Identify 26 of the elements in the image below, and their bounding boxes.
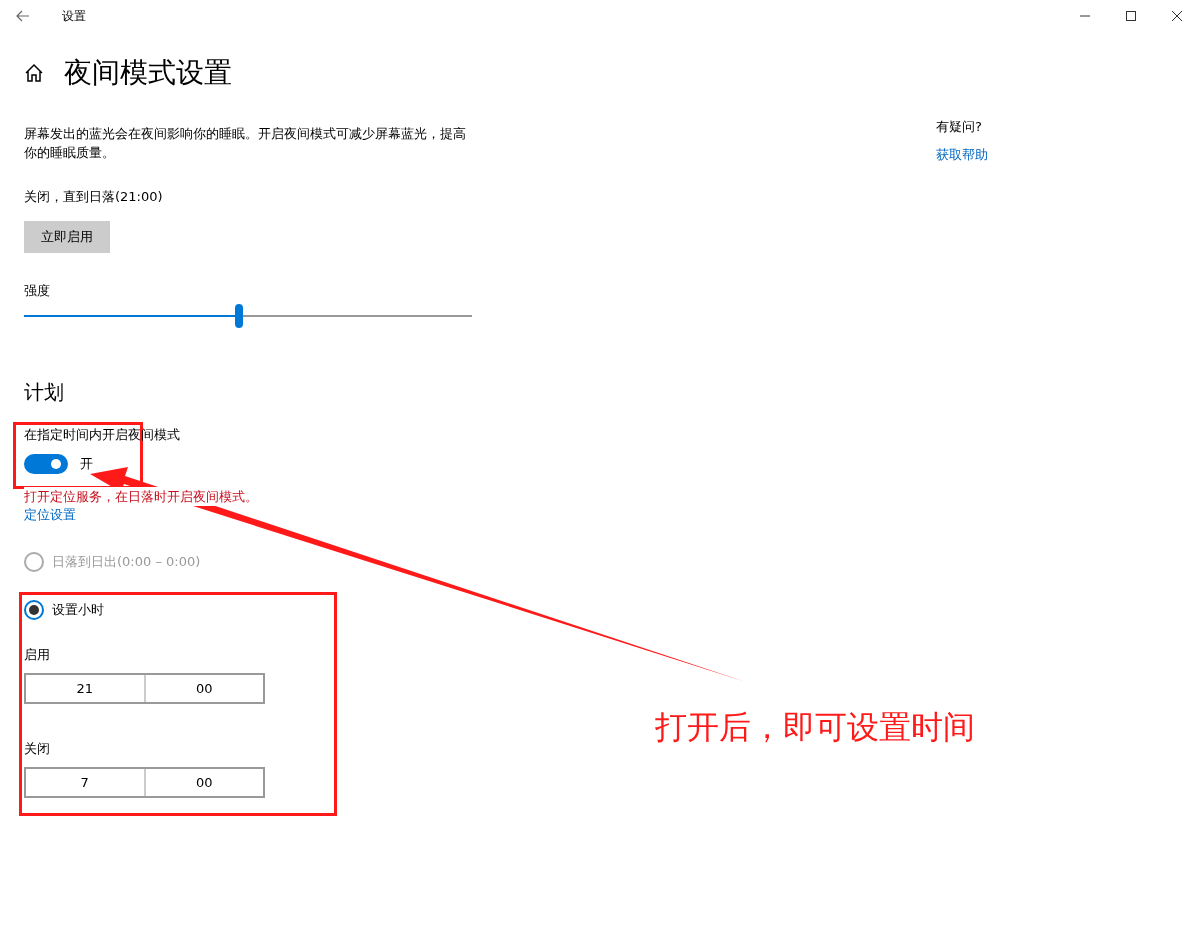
status-text: 关闭，直到日落(21:00) bbox=[24, 188, 164, 206]
slider-label: 强度 bbox=[24, 282, 51, 300]
section-heading: 计划 bbox=[24, 379, 65, 406]
time-picker[interactable]: 21 00 bbox=[24, 673, 265, 704]
hour-cell[interactable]: 7 bbox=[26, 769, 144, 796]
location-settings-link[interactable]: 定位设置 bbox=[24, 506, 76, 524]
window-title: 设置 bbox=[62, 7, 87, 25]
time-label: 启用 bbox=[24, 646, 51, 664]
enable-now-button[interactable]: 立即启用 bbox=[24, 221, 110, 253]
page-title: 夜间模式设置 bbox=[64, 55, 232, 91]
help-question: 有疑问? bbox=[936, 118, 983, 136]
hour-cell[interactable]: 21 bbox=[26, 675, 144, 702]
minute-cell[interactable]: 00 bbox=[143, 675, 263, 702]
time-picker[interactable]: 7 00 bbox=[24, 767, 265, 798]
toggle-state-text: 开 bbox=[80, 455, 93, 473]
slider-thumb[interactable] bbox=[235, 304, 244, 328]
description-text: 屏幕发出的蓝光会在夜间影响你的睡眠。开启夜间模式可减少屏幕蓝光，提高你的睡眠质量。 bbox=[24, 125, 466, 162]
toggle-switch[interactable] bbox=[24, 454, 68, 474]
get-help-link[interactable]: 获取帮助 bbox=[936, 146, 988, 164]
annotation-text: 打开后，即可设置时间 bbox=[655, 707, 975, 748]
radio-label: 设置小时 bbox=[52, 601, 104, 619]
radio-label: 日落到日出(0:00 – 0:00) bbox=[52, 553, 201, 571]
minute-cell[interactable]: 00 bbox=[143, 769, 263, 796]
time-label: 关闭 bbox=[24, 740, 51, 758]
radio-button[interactable] bbox=[24, 600, 44, 620]
home-icon[interactable] bbox=[24, 63, 44, 83]
